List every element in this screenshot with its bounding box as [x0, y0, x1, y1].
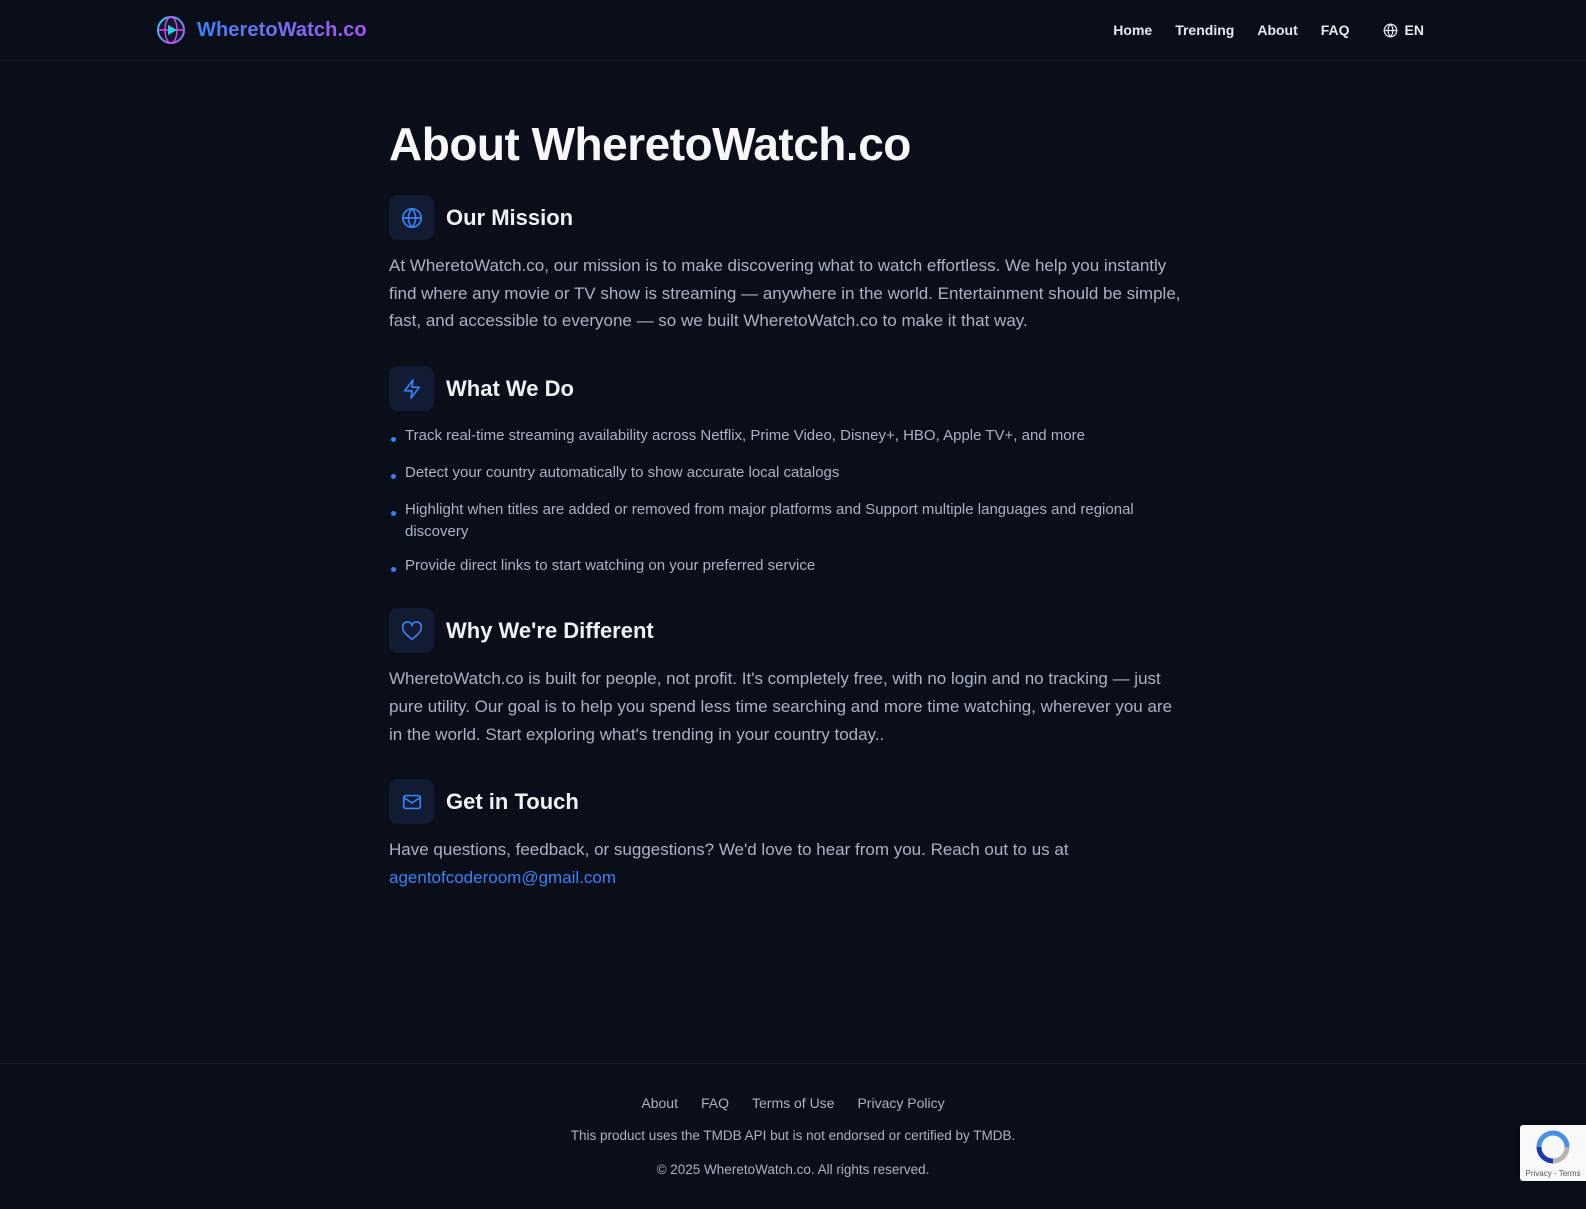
brand-name: WheretoWatch.co	[197, 18, 367, 41]
list-item: Detect your country automatically to sho…	[389, 462, 1189, 484]
recaptcha-terms[interactable]: Privacy - Terms	[1520, 1169, 1586, 1178]
section-title: Get in Touch	[446, 788, 579, 814]
contact-text: Have questions, feedback, or suggestions…	[389, 836, 1189, 891]
globe-play-logo-icon	[157, 16, 185, 44]
language-code: EN	[1404, 22, 1424, 38]
bullet-dot	[391, 567, 396, 573]
section-title: Why We're Different	[446, 617, 654, 643]
nav-home[interactable]: Home	[1113, 22, 1152, 38]
brand-logo[interactable]: WheretoWatch.co	[155, 14, 367, 46]
section-title: Our Mission	[446, 204, 574, 230]
footer-link-privacy[interactable]: Privacy Policy	[857, 1095, 944, 1111]
bullet-dot	[391, 511, 396, 517]
lightning-bolt-icon	[403, 378, 420, 399]
list-item: Track real-time streaming availability a…	[389, 425, 1189, 447]
bullet-dot	[391, 437, 396, 443]
what-we-do-heading: What We Do	[389, 366, 1189, 412]
about-content: About WheretoWatch.co Our Mission At Whe…	[389, 116, 1189, 892]
contact-heading: Get in Touch	[389, 779, 1189, 825]
mission-text: At WheretoWatch.co, our mission is to ma…	[389, 256, 1181, 331]
footer-link-terms[interactable]: Terms of Use	[752, 1095, 834, 1111]
contact-icon-box	[389, 779, 434, 825]
different-icon-box	[389, 608, 434, 654]
list-item: Provide direct links to start watching o…	[389, 555, 1189, 577]
bullet-dot	[391, 474, 396, 480]
site-footer: About FAQ Terms of Use Privacy Policy Th…	[0, 1063, 1586, 1209]
globe-icon	[1383, 22, 1397, 38]
mission-heading: Our Mission	[389, 195, 1189, 240]
language-switcher[interactable]: EN	[1383, 22, 1424, 38]
list-item-text: Track real-time streaming availability a…	[405, 427, 1085, 445]
list-item: Highlight when titles are added or remov…	[389, 499, 1189, 543]
what-we-do-icon-box	[389, 366, 434, 412]
features-list: Track real-time streaming availability a…	[389, 425, 1189, 577]
mail-icon	[402, 794, 421, 809]
recaptcha-icon	[1536, 1130, 1570, 1164]
tmdb-disclaimer: This product uses the TMDB API but is no…	[570, 1128, 1016, 1143]
recaptcha-badge[interactable]: Privacy - Terms	[1520, 1125, 1586, 1181]
mission-icon-box	[389, 195, 434, 240]
different-heading: Why We're Different	[389, 608, 1189, 654]
page-title: About WheretoWatch.co	[389, 118, 911, 170]
footer-link-about[interactable]: About	[641, 1095, 678, 1111]
footer-link-faq[interactable]: FAQ	[701, 1095, 729, 1111]
heart-icon	[401, 620, 422, 640]
list-item-text: Highlight when titles are added or remov…	[405, 501, 1134, 541]
globe-icon	[401, 207, 422, 228]
copyright: © 2025 WheretoWatch.co. All rights reser…	[656, 1162, 930, 1177]
section-title: What We Do	[446, 375, 574, 401]
list-item-text: Provide direct links to start watching o…	[405, 557, 816, 575]
different-text: WheretoWatch.co is built for people, not…	[389, 669, 1173, 744]
footer-links: About FAQ Terms of Use Privacy Policy	[0, 1095, 1586, 1111]
nav-faq[interactable]: FAQ	[1321, 22, 1350, 38]
contact-email-link[interactable]: agentofcoderoom@gmail.com	[389, 868, 616, 887]
nav-trending[interactable]: Trending	[1175, 22, 1234, 38]
contact-body: Have questions, feedback, or suggestions…	[389, 840, 1069, 860]
nav-about[interactable]: About	[1257, 22, 1297, 38]
main-nav: Home Trending About FAQ EN	[1113, 0, 1424, 60]
list-item-text: Detect your country automatically to sho…	[405, 464, 840, 482]
site-header: WheretoWatch.co Home Trending About FAQ …	[0, 0, 1586, 61]
